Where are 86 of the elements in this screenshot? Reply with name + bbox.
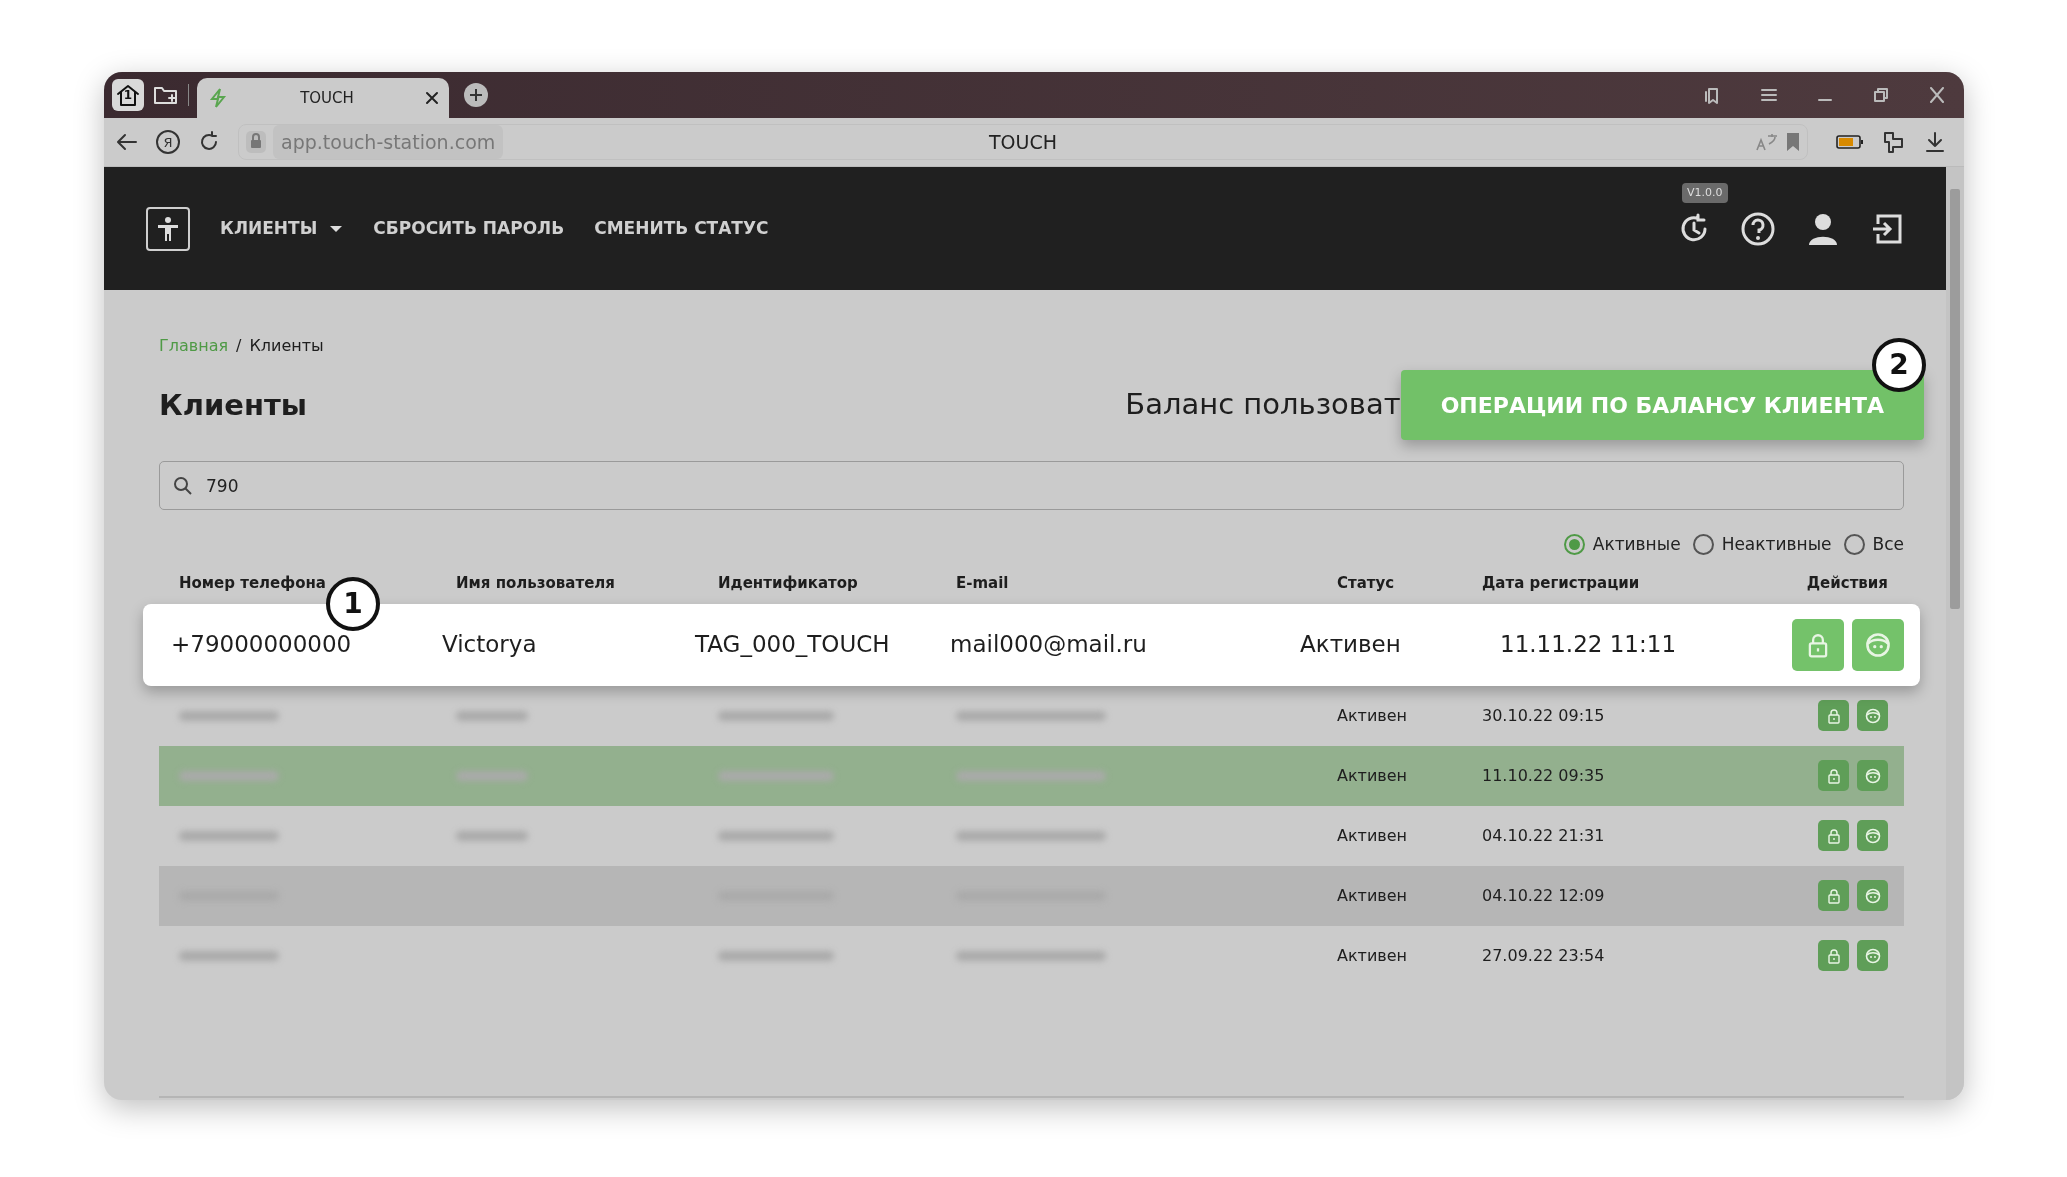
column-header: Дата регистрации bbox=[1482, 573, 1641, 595]
filter-radio[interactable]: Неактивные bbox=[1692, 532, 1832, 558]
download-icon[interactable] bbox=[1924, 131, 1946, 153]
callout-number: 1 bbox=[326, 577, 380, 631]
smiley-icon bbox=[1865, 631, 1891, 658]
help-icon[interactable] bbox=[1740, 210, 1776, 247]
smiley-icon bbox=[1864, 707, 1881, 724]
lock-icon bbox=[1825, 947, 1842, 964]
battery-icon[interactable] bbox=[1836, 134, 1864, 150]
balance-label: Баланс пользоват bbox=[1125, 386, 1401, 424]
user-icon[interactable] bbox=[1806, 211, 1840, 246]
table-cell-text: 04.10.22 21:31 bbox=[1482, 824, 1606, 847]
table-row[interactable]: Активен 30.10.22 09:15 bbox=[159, 685, 1904, 746]
logo-button[interactable] bbox=[146, 206, 190, 251]
close-icon[interactable] bbox=[1928, 87, 1946, 103]
url-text: app.touch-station.com bbox=[273, 124, 504, 160]
house-icon bbox=[115, 83, 141, 107]
back-arrow-icon[interactable] bbox=[116, 132, 138, 152]
column-header: Статус bbox=[1337, 573, 1396, 595]
breadcrumb-current: Клиенты bbox=[249, 335, 324, 357]
lock-icon bbox=[1825, 827, 1842, 844]
column-header: E-mail bbox=[956, 573, 1010, 595]
table-cell: TAG_000_TOUCH bbox=[695, 631, 890, 658]
tab-title: TOUCH bbox=[299, 87, 355, 109]
table-cell-text: 11.10.22 09:35 bbox=[1482, 764, 1606, 787]
reload-icon[interactable] bbox=[198, 131, 220, 153]
table-row[interactable]: Активен 27.09.22 23:54 bbox=[159, 925, 1904, 986]
bookmark-icon[interactable] bbox=[1785, 132, 1801, 152]
smiley-icon bbox=[1864, 887, 1881, 904]
home-tab-button[interactable]: 1 bbox=[112, 79, 144, 111]
breadcrumb-separator: / bbox=[236, 335, 242, 357]
table-cell-text: Активен bbox=[1300, 630, 1402, 660]
lock-icon bbox=[1825, 767, 1842, 784]
lock-icon bbox=[245, 130, 267, 154]
callout-number: 2 bbox=[1872, 338, 1926, 392]
smiley-button[interactable] bbox=[1857, 820, 1888, 851]
nav-link[interactable]: СБРОСИТЬ ПАРОЛЬ bbox=[373, 215, 565, 242]
extensions-icon[interactable] bbox=[1882, 130, 1906, 154]
nav-link[interactable]: КЛИЕНТЫ bbox=[220, 215, 344, 242]
table-cell-text: Активен bbox=[1337, 944, 1409, 967]
search-field[interactable]: 790 bbox=[159, 461, 1904, 510]
accessibility-icon bbox=[155, 214, 181, 243]
table-cell-text: 04.10.22 12:09 bbox=[1482, 884, 1606, 907]
table-cell-text: 11.11.22 11:11 bbox=[1499, 630, 1677, 660]
browser-logo-button[interactable]: Я bbox=[156, 130, 180, 154]
lock-icon bbox=[1825, 707, 1842, 724]
page-title: TOUCH bbox=[989, 129, 1057, 155]
table-cell-text: 30.10.22 09:15 bbox=[1482, 704, 1606, 727]
smiley-button[interactable] bbox=[1857, 700, 1888, 731]
table-cell-text: 27.09.22 23:54 bbox=[1482, 944, 1606, 967]
table-row[interactable]: Активен 04.10.22 12:09 bbox=[159, 865, 1904, 926]
table-row[interactable]: Активен 04.10.22 21:31 bbox=[159, 805, 1904, 866]
table-cell-text: Активен bbox=[1337, 704, 1409, 727]
caret-down-icon bbox=[329, 224, 344, 233]
smiley-icon bbox=[1864, 827, 1881, 844]
column-header: Имя пользователя bbox=[456, 573, 616, 595]
column-header: Номер телефона bbox=[179, 573, 327, 595]
table-cell: +79000000000 bbox=[171, 631, 352, 658]
version-badge: V1.0.0 bbox=[1682, 182, 1728, 203]
table-cell: Victorya bbox=[442, 631, 537, 658]
new-tab-icon[interactable] bbox=[463, 82, 489, 108]
search-icon bbox=[173, 476, 193, 496]
table-cell: mail000@mail.ru bbox=[950, 631, 1147, 658]
column-header: Действия bbox=[1806, 573, 1888, 595]
table-cell-text: Активен bbox=[1337, 764, 1409, 787]
filter-radio[interactable]: Все bbox=[1843, 532, 1904, 558]
smiley-button[interactable] bbox=[1857, 940, 1888, 971]
nav-link[interactable]: СМЕНИТЬ СТАТУС bbox=[594, 215, 769, 242]
browser-tab[interactable]: TOUCH bbox=[197, 78, 449, 118]
filter-radio[interactable]: Активные bbox=[1563, 532, 1681, 558]
page-heading: Клиенты bbox=[159, 387, 307, 423]
smiley-button[interactable] bbox=[1857, 880, 1888, 911]
restore-icon[interactable] bbox=[1872, 87, 1890, 103]
menu-icon[interactable] bbox=[1760, 87, 1778, 103]
table-row[interactable]: Активен 11.10.22 09:35 bbox=[159, 745, 1904, 806]
column-header: Идентификатор bbox=[718, 573, 859, 595]
smiley-icon bbox=[1864, 767, 1881, 784]
address-bar[interactable]: app.touch-station.com TOUCH bbox=[238, 124, 1808, 160]
scrollbar[interactable] bbox=[1946, 167, 1964, 1100]
close-icon[interactable] bbox=[425, 91, 439, 105]
table-cell-text: Активен bbox=[1337, 824, 1409, 847]
lightning-icon bbox=[207, 87, 229, 109]
smiley-button[interactable] bbox=[1857, 760, 1888, 791]
lock-icon bbox=[1825, 887, 1842, 904]
table-cell-text: Активен bbox=[1337, 884, 1409, 907]
smiley-icon bbox=[1864, 947, 1881, 964]
